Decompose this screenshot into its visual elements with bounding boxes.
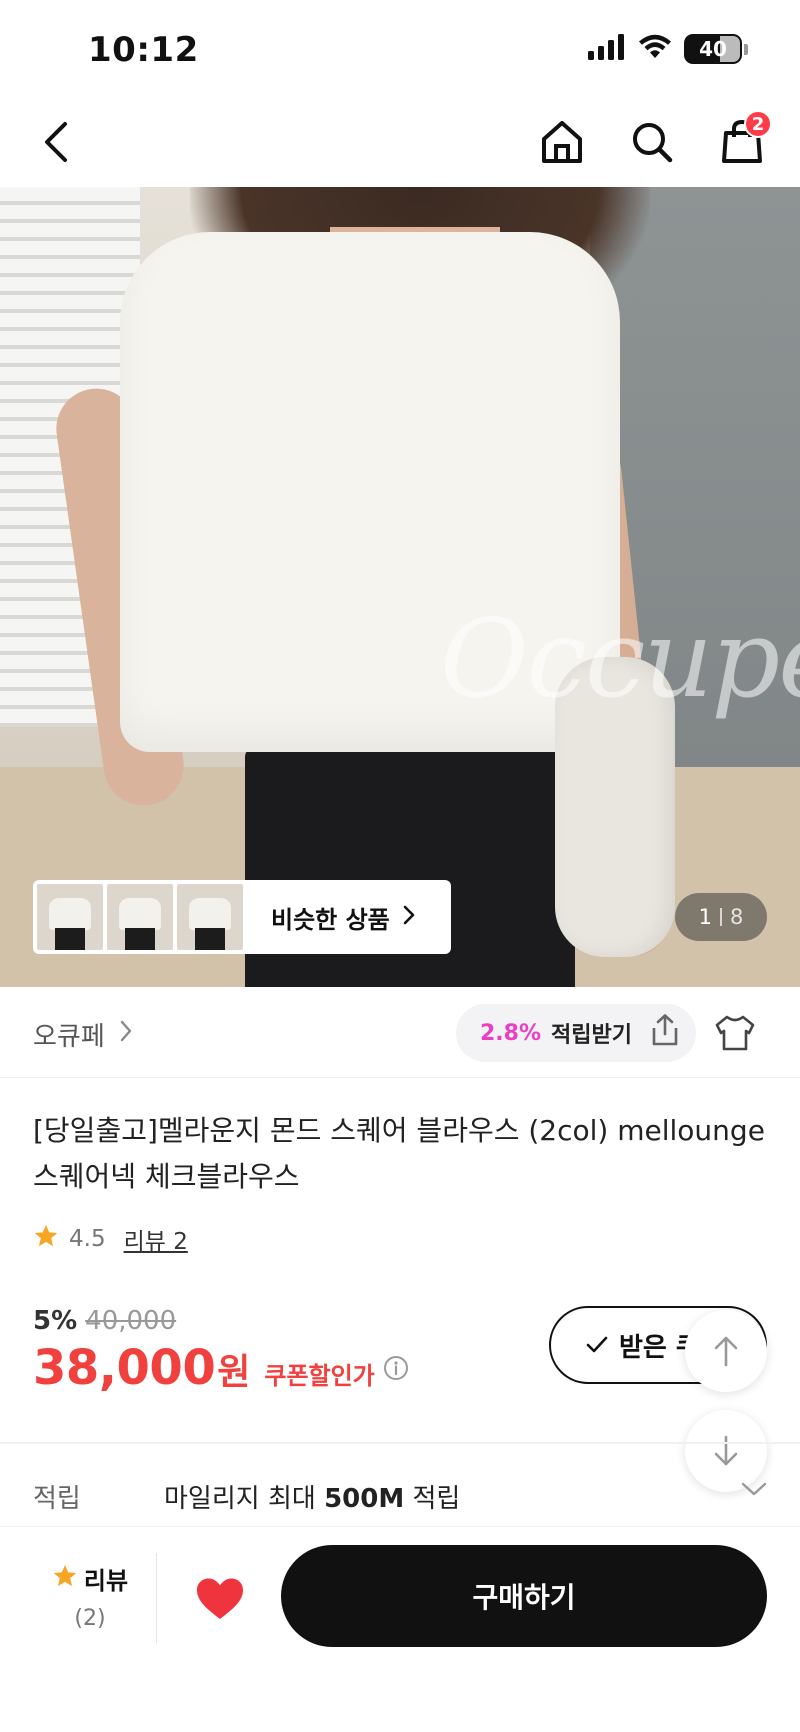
chevron-right-icon <box>402 904 416 930</box>
share-icon[interactable] <box>648 1013 682 1053</box>
check-icon <box>586 1336 608 1353</box>
battery-icon: 40 <box>684 34 748 64</box>
signal-icon <box>588 34 626 64</box>
nav-bar: 2 <box>0 100 800 186</box>
cart-button[interactable]: 2 <box>710 110 774 174</box>
home-icon <box>542 121 582 163</box>
search-icon <box>633 123 673 163</box>
back-button[interactable] <box>24 110 88 174</box>
points-label: 적립받기 <box>551 1023 632 1048</box>
status-bar: 10:12 40 <box>0 0 800 100</box>
status-icons: 40 <box>588 34 748 64</box>
arrow-up-icon <box>714 1336 738 1367</box>
review-label: 리뷰 <box>83 1567 129 1595</box>
fitting-room-button[interactable] <box>710 1008 760 1058</box>
star-icon <box>33 1223 59 1255</box>
divider <box>156 1553 157 1643</box>
rating-row: 4.5 리뷰 2 <box>33 1222 188 1256</box>
currency-unit: 원 <box>217 1352 251 1393</box>
cart-count-badge: 2 <box>744 110 772 138</box>
chevron-left-icon <box>45 122 67 162</box>
heart-icon <box>197 1578 243 1619</box>
home-button[interactable] <box>530 110 594 174</box>
similar-thumbnail <box>177 884 243 950</box>
brand-link[interactable]: 오큐페 <box>33 1016 133 1053</box>
coupon-price-label: 쿠폰할인가 <box>264 1362 375 1390</box>
product-title: [당일출고]멜라운지 몬드 스퀘어 블라우스 (2col) mellounge … <box>33 1114 765 1193</box>
brand-watermark: Occupé <box>440 597 800 722</box>
image-page-indicator: 1 8 <box>675 893 767 941</box>
mileage-row[interactable]: 적립 마일리지 최대 500M 적립 <box>0 1468 800 1528</box>
scroll-top-button[interactable] <box>685 1310 767 1392</box>
discount-percent: 5% <box>33 1306 78 1336</box>
similar-products-label: 비슷한 상품 <box>271 905 390 934</box>
total-image-count: 8 <box>730 905 744 929</box>
hanger-shirt-icon <box>715 1015 755 1051</box>
sale-price: 38,000 <box>33 1340 216 1396</box>
status-time: 10:12 <box>88 30 199 70</box>
rating-score: 4.5 <box>69 1226 106 1252</box>
brand-name: 오큐페 <box>33 1022 105 1052</box>
similar-products-button[interactable]: 비슷한 상품 <box>33 880 451 954</box>
price-row: 38,000 원 쿠폰할인가 <box>33 1340 409 1396</box>
product-image-carousel[interactable]: Occupé <box>0 187 800 987</box>
buy-button[interactable]: 구매하기 <box>281 1545 767 1647</box>
similar-thumbnail <box>107 884 173 950</box>
arrow-down-icon <box>714 1435 738 1466</box>
section-divider <box>0 1442 800 1444</box>
current-image-index: 1 <box>698 905 712 929</box>
earn-points-button[interactable]: 2.8% 적립받기 <box>456 1004 696 1062</box>
search-button[interactable] <box>620 110 684 174</box>
mileage-text: 마일리지 최대 500M 적립 <box>164 1484 461 1514</box>
brand-row: 오큐페 2.8% 적립받기 <box>0 988 800 1078</box>
review-summary-button[interactable]: 리뷰 (2) <box>30 1561 150 1631</box>
similar-thumbnail <box>37 884 103 950</box>
wifi-icon <box>638 34 672 64</box>
bottom-action-bar: 리뷰 (2) 구매하기 <box>0 1526 800 1732</box>
battery-level: 40 <box>699 37 727 61</box>
info-icon[interactable] <box>383 1355 409 1381</box>
original-price: 40,000 <box>85 1306 177 1336</box>
star-icon <box>52 1563 78 1595</box>
chevron-down-icon <box>740 1480 768 1502</box>
chevron-right-icon <box>119 1019 133 1050</box>
review-count: (2) <box>74 1606 106 1631</box>
reviews-link[interactable]: 리뷰 2 <box>124 1222 188 1256</box>
like-button[interactable] <box>190 1569 250 1629</box>
mileage-label: 적립 <box>33 1484 81 1514</box>
points-percent: 2.8% <box>480 1020 542 1046</box>
discount-row: 5% 40,000 <box>33 1306 176 1336</box>
